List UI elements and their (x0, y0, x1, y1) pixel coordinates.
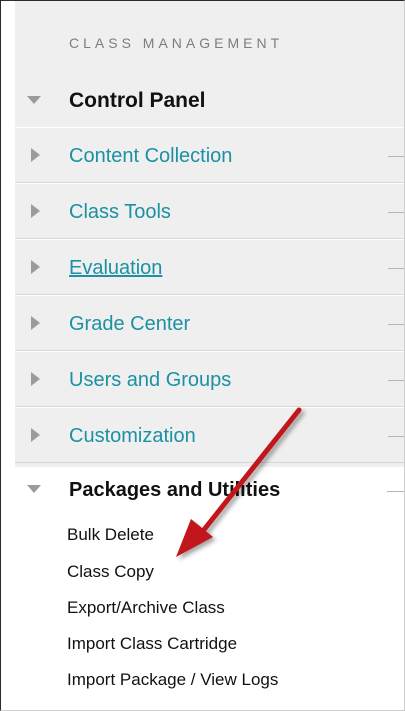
menu-item-label[interactable]: Grade Center (69, 313, 190, 336)
divider (387, 491, 404, 492)
triangle-right-icon[interactable] (31, 204, 40, 218)
menu-item-label[interactable]: Class Tools (69, 201, 171, 224)
submenu-item-import-package[interactable]: Import Package / View Logs (67, 670, 278, 690)
triangle-down-icon[interactable] (27, 485, 41, 493)
packages-utilities-title[interactable]: Packages and Utilities (69, 479, 280, 502)
menu-item-customization[interactable]: Customization (15, 407, 404, 463)
menu-item-class-tools[interactable]: Class Tools (15, 183, 404, 239)
triangle-right-icon[interactable] (31, 148, 40, 162)
submenu-item-bulk-delete[interactable]: Bulk Delete (67, 525, 154, 545)
menu-item-label[interactable]: Users and Groups (69, 369, 231, 392)
divider (388, 268, 404, 269)
submenu-item-export-archive[interactable]: Export/Archive Class (67, 598, 225, 618)
menu-item-users-and-groups[interactable]: Users and Groups (15, 351, 404, 407)
menu-item-label[interactable]: Content Collection (69, 145, 232, 168)
divider (388, 156, 404, 157)
divider (388, 380, 404, 381)
triangle-right-icon[interactable] (31, 428, 40, 442)
triangle-right-icon[interactable] (31, 316, 40, 330)
section-title: CLASS MANAGEMENT (69, 35, 284, 51)
triangle-right-icon[interactable] (31, 260, 40, 274)
submenu-item-class-copy[interactable]: Class Copy (67, 562, 154, 582)
divider (388, 436, 404, 437)
triangle-down-icon[interactable] (27, 96, 41, 104)
class-management-panel: CLASS MANAGEMENT Control Panel Content C… (0, 0, 405, 711)
submenu-item-import-cartridge[interactable]: Import Class Cartridge (67, 634, 237, 654)
control-panel-title[interactable]: Control Panel (69, 89, 206, 113)
divider (388, 212, 404, 213)
triangle-right-icon[interactable] (31, 372, 40, 386)
menu-item-evaluation[interactable]: Evaluation (15, 239, 404, 295)
menu-item-content-collection[interactable]: Content Collection (15, 127, 404, 183)
menu-item-grade-center[interactable]: Grade Center (15, 295, 404, 351)
menu-item-label[interactable]: Customization (69, 425, 196, 448)
divider (388, 324, 404, 325)
menu-item-label[interactable]: Evaluation (69, 257, 162, 280)
